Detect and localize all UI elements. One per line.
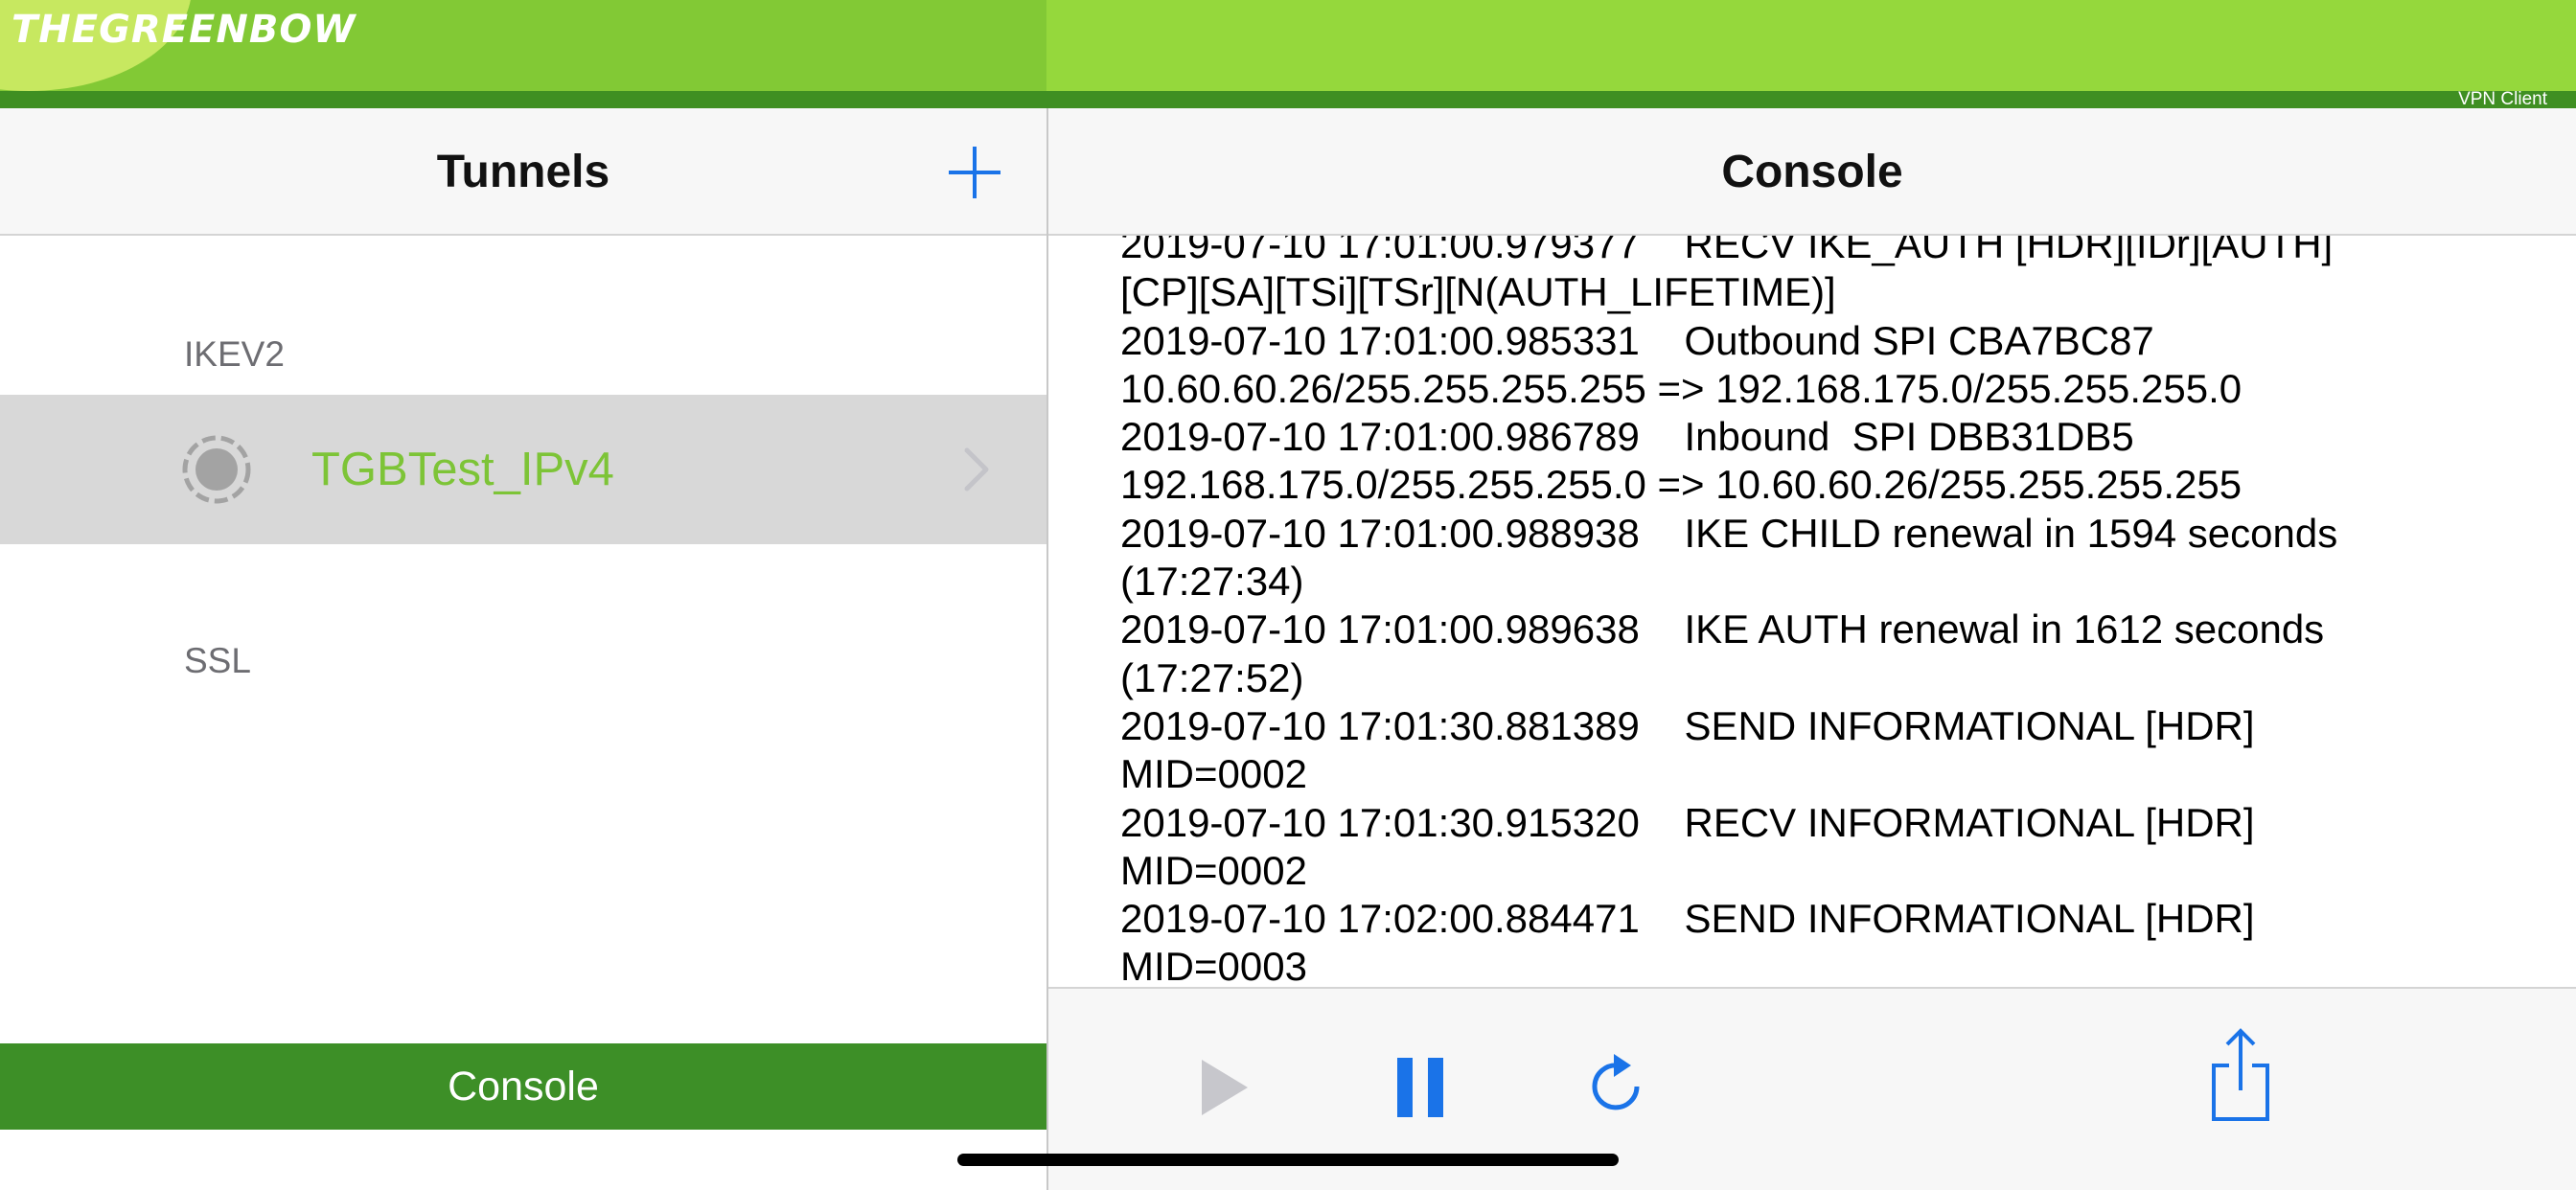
- log-line: 2019-07-10 17:01:00.979377 RECV IKE_AUTH…: [1120, 236, 2334, 266]
- chevron-right-icon: [964, 447, 989, 492]
- log-line: 2019-07-10 17:02:00.884471 SEND INFORMAT…: [1120, 896, 2255, 942]
- home-indicator: [957, 1154, 1619, 1166]
- log-line: 2019-07-10 17:01:30.915320 RECV INFORMAT…: [1120, 799, 2255, 845]
- log-line: (17:27:52): [1120, 654, 1304, 700]
- console-pane: Console 2019-07-10 17:01:00.979377 RECV …: [1048, 108, 2576, 1190]
- log-line: 2019-07-10 17:01:00.988938 IKE CHILD ren…: [1120, 510, 2338, 556]
- console-title: Console: [1721, 147, 1903, 197]
- tunnels-title: Tunnels: [436, 147, 610, 197]
- connecting-spinner-icon: [182, 435, 251, 504]
- tunnels-navbar: Tunnels: [0, 108, 1046, 236]
- log-line: 2019-07-10 17:01:30.881389 SEND INFORMAT…: [1120, 702, 2255, 748]
- log-line: MID=0003: [1120, 944, 1307, 990]
- console-navbar: Console: [1048, 108, 2576, 236]
- share-icon[interactable]: [2210, 1027, 2271, 1123]
- tunnels-pane: Tunnels IKEV2 TGBTest_IPv4 SSL Console: [0, 108, 1046, 1190]
- console-log-text: 2019-07-10 17:01:00.979377 RECV IKE_AUTH…: [1120, 236, 2500, 1040]
- console-log-area[interactable]: 2019-07-10 17:01:00.979377 RECV IKE_AUTH…: [1048, 236, 2576, 1095]
- brand-header: THEGREENBOW VPN Client: [0, 0, 2576, 108]
- tunnel-name: TGBTest_IPv4: [311, 444, 614, 495]
- log-line: 2019-07-10 17:01:00.986789 Inbound SPI D…: [1120, 414, 2134, 460]
- brand-stripe: [0, 91, 2576, 108]
- add-tunnel-button[interactable]: [949, 147, 1000, 198]
- play-icon[interactable]: [1200, 1058, 1250, 1117]
- log-line: 2019-07-10 17:01:00.989638 IKE AUTH rene…: [1120, 606, 2325, 652]
- log-line: 2019-07-10 17:01:00.985331 Outbound SPI …: [1120, 317, 2154, 363]
- refresh-icon[interactable]: [1589, 1052, 1646, 1119]
- section-header-ssl: SSL: [184, 641, 251, 680]
- log-line: 192.168.175.0/255.255.255.0 => 10.60.60.…: [1120, 462, 2242, 508]
- log-line: [CP][SA][TSi][TSr][N(AUTH_LIFETIME)]: [1120, 269, 1836, 315]
- pause-icon[interactable]: [1397, 1058, 1443, 1117]
- log-line: MID=0002: [1120, 847, 1307, 893]
- brand-tagline: VPN Client: [2458, 89, 2547, 109]
- log-line: MID=0002: [1120, 751, 1307, 797]
- log-line: 10.60.60.26/255.255.255.255 => 192.168.1…: [1120, 365, 2242, 411]
- console-button[interactable]: Console: [0, 1043, 1046, 1130]
- tunnel-row[interactable]: TGBTest_IPv4: [0, 395, 1046, 544]
- log-line: (17:27:34): [1120, 559, 1304, 605]
- section-header-ikev2: IKEV2: [184, 334, 285, 374]
- brand-logo: THEGREENBOW: [12, 8, 356, 52]
